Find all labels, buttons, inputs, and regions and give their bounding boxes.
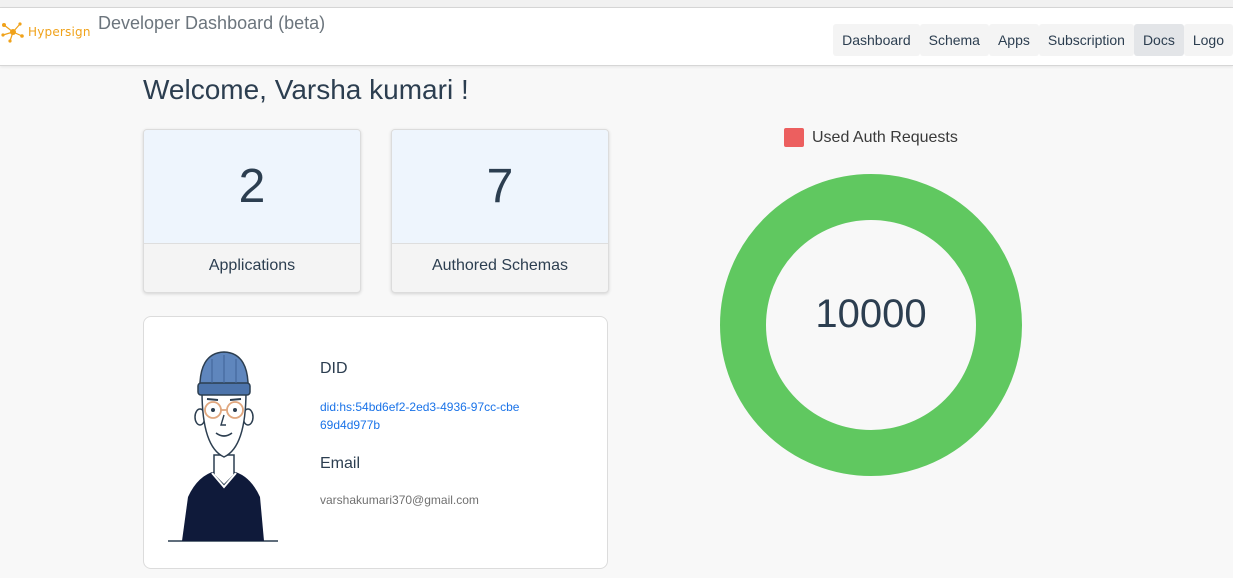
chart-legend[interactable]: Used Auth Requests bbox=[784, 128, 958, 147]
nav-schema[interactable]: Schema bbox=[919, 24, 989, 56]
brand-name: Hypersign bbox=[28, 25, 91, 39]
authored-schemas-card[interactable]: 7 Authored Schemas bbox=[391, 129, 609, 293]
schemas-count-panel: 7 bbox=[392, 130, 608, 244]
welcome-heading: Welcome, Varsha kumari ! bbox=[143, 74, 469, 105]
user-avatar-icon bbox=[168, 347, 280, 548]
hypersign-logo-icon bbox=[1, 22, 24, 43]
email-value: varshakumari370@gmail.com bbox=[320, 493, 479, 507]
nav-docs[interactable]: Docs bbox=[1133, 24, 1184, 56]
top-navbar: Hypersign Developer Dashboard (beta) Das… bbox=[0, 8, 1233, 66]
nav-apps[interactable]: Apps bbox=[988, 24, 1039, 56]
applications-count: 2 bbox=[238, 160, 266, 213]
legend-label-used-auth: Used Auth Requests bbox=[812, 128, 958, 146]
app-title: Developer Dashboard (beta) bbox=[98, 13, 326, 33]
schemas-label: Authored Schemas bbox=[431, 257, 569, 274]
brand-logo[interactable]: Hypersign bbox=[0, 20, 91, 44]
nav-subscription[interactable]: Subscription bbox=[1038, 24, 1134, 56]
applications-count-panel: 2 bbox=[144, 130, 360, 244]
browser-top-strip bbox=[0, 0, 1233, 8]
profile-card: DID did:hs:54bd6ef2-2ed3-4936-97cc-cbe69… bbox=[143, 316, 608, 569]
email-label: Email bbox=[320, 455, 361, 472]
schemas-count: 7 bbox=[486, 160, 514, 213]
nav-dashboard[interactable]: Dashboard bbox=[833, 24, 920, 56]
did-value-link[interactable]: did:hs:54bd6ef2-2ed3-4936-97cc-cbe69d4d9… bbox=[320, 398, 520, 434]
nav-links: Dashboard Schema Apps Subscription Docs … bbox=[833, 24, 1233, 56]
applications-label: Applications bbox=[208, 257, 296, 274]
nav-logout[interactable]: Logo bbox=[1183, 24, 1233, 56]
donut-center-value: 10000 bbox=[815, 292, 927, 336]
did-label: DID bbox=[320, 360, 348, 377]
legend-swatch-used-auth bbox=[784, 128, 804, 147]
applications-card[interactable]: 2 Applications bbox=[143, 129, 361, 293]
